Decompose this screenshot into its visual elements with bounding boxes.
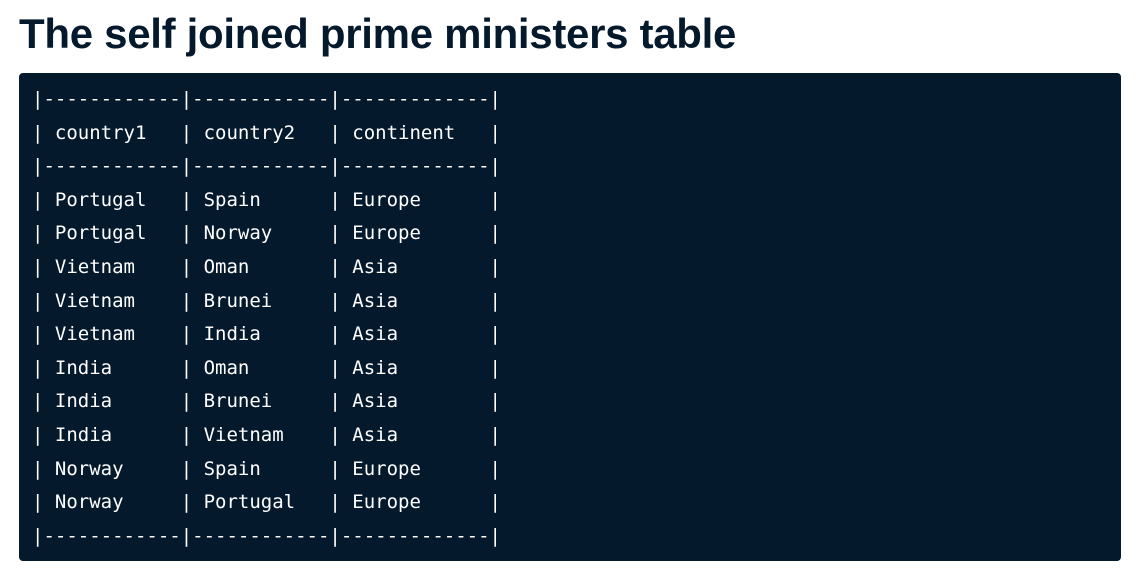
table-row: | Portugal | Norway | Europe | bbox=[32, 222, 501, 245]
table-header-separator: |------------|------------|-------------… bbox=[32, 155, 501, 178]
table-row: | Vietnam | India | Asia | bbox=[32, 323, 501, 346]
table-row: | Norway | Portugal | Europe | bbox=[32, 491, 501, 514]
slide-title: The self joined prime ministers table bbox=[19, 10, 737, 57]
slide: The self joined prime ministers table |-… bbox=[0, 0, 1139, 577]
ascii-table: |------------|------------|-------------… bbox=[32, 83, 501, 553]
table-border-top: |------------|------------|-------------… bbox=[32, 88, 501, 110]
table-row: | Portugal | Spain | Europe | bbox=[32, 188, 501, 211]
table-row: | India | Brunei | Asia | bbox=[32, 390, 501, 413]
table-row: | Vietnam | Brunei | Asia | bbox=[32, 289, 501, 312]
table-row: | India | Vietnam | Asia | bbox=[32, 423, 501, 446]
table-header-row: | country1 | country2 | continent | bbox=[32, 121, 501, 144]
table-row: | Norway | Spain | Europe | bbox=[32, 457, 501, 480]
code-output-block: |------------|------------|-------------… bbox=[19, 73, 1121, 561]
table-row: | Vietnam | Oman | Asia | bbox=[32, 255, 501, 278]
table-row: | India | Oman | Asia | bbox=[32, 356, 501, 379]
table-border-bottom: |------------|------------|-------------… bbox=[32, 524, 501, 547]
